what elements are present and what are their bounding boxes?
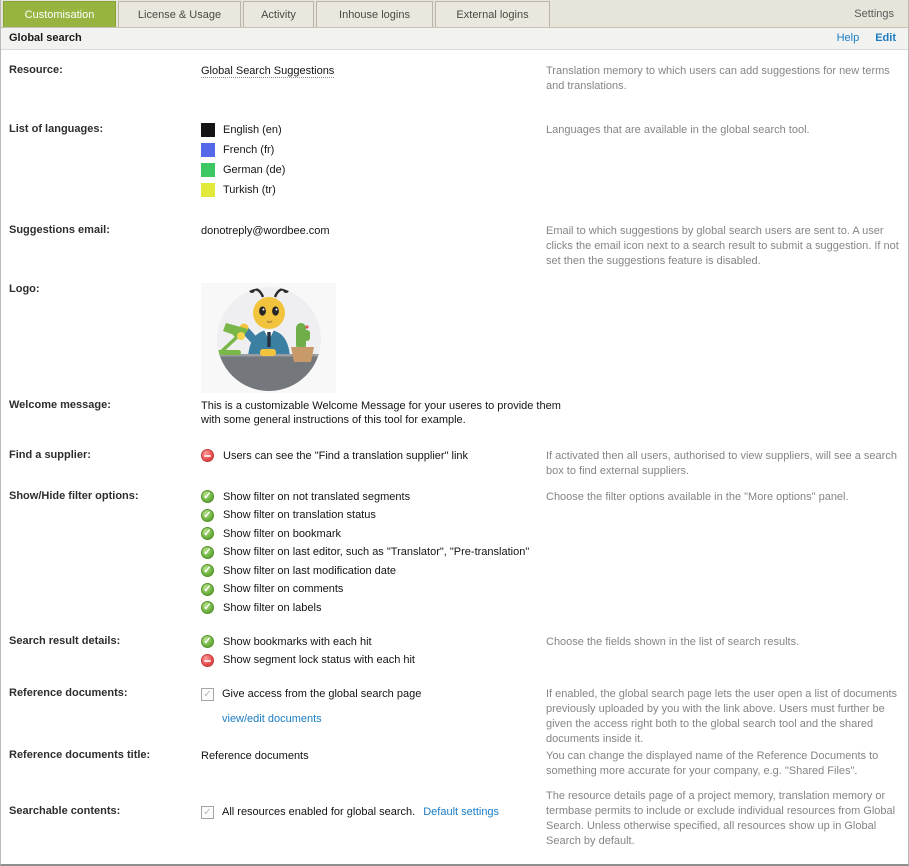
checkbox-line: Give access from the global search page xyxy=(201,687,561,701)
checkbox-label: Give access from the global search page xyxy=(222,687,421,701)
tab-label: Customisation xyxy=(25,9,95,21)
option-line: Show filter on last modification date xyxy=(201,564,561,577)
status-off-icon xyxy=(201,449,214,462)
all-resources-checkbox[interactable] xyxy=(201,806,214,819)
option-line: Show filter on last editor, such as "Tra… xyxy=(201,546,561,559)
language-color-swatch xyxy=(201,143,215,157)
option-line: Show segment lock status with each hit xyxy=(201,654,561,667)
field-label: Resource: xyxy=(9,64,194,76)
tab-label: External logins xyxy=(456,9,528,21)
tab-label: Activity xyxy=(261,9,296,21)
settings-page: Customisation License & Usage Activity I… xyxy=(0,0,909,866)
language-label: German (de) xyxy=(223,163,285,177)
tab-license-usage[interactable]: License & Usage xyxy=(118,1,241,27)
status-on-icon xyxy=(201,601,214,614)
option-line: Show filter on not translated segments xyxy=(201,490,561,503)
field-description: Translation memory to which users can ad… xyxy=(546,64,902,94)
list-item: Turkish (tr) xyxy=(201,183,561,197)
field-label: List of languages: xyxy=(9,123,194,135)
option-label: Show filter on last modification date xyxy=(223,564,396,578)
field-description: If enabled, the global search page lets … xyxy=(546,687,902,747)
option-line: Users can see the "Find a translation su… xyxy=(201,449,561,462)
field-label: Reference documents title: xyxy=(9,749,194,761)
field-label: Welcome message: xyxy=(9,399,194,411)
field-description: Languages that are available in the glob… xyxy=(546,123,902,138)
field-label: Reference documents: xyxy=(9,687,194,699)
field-description: The resource details page of a project m… xyxy=(546,789,902,849)
page-title: Global search xyxy=(9,32,82,44)
field-description: Email to which suggestions by global sea… xyxy=(546,224,902,269)
language-color-swatch xyxy=(201,123,215,137)
field-description: Choose the filter options available in t… xyxy=(546,490,902,505)
field-label: Find a supplier: xyxy=(9,449,194,461)
option-label: Show filter on labels xyxy=(223,601,321,615)
option-label: Show bookmarks with each hit xyxy=(223,635,372,649)
give-access-checkbox[interactable] xyxy=(201,688,214,701)
tab-bar: Customisation License & Usage Activity I… xyxy=(1,0,908,28)
bee-mascot-illustration xyxy=(201,283,336,393)
status-on-icon xyxy=(201,527,214,540)
checkbox-line: All resources enabled for global search.… xyxy=(201,805,561,819)
resource-value-link[interactable]: Global Search Suggestions xyxy=(201,65,334,78)
field-label: Search result details: xyxy=(9,635,194,647)
field-label: Logo: xyxy=(9,283,194,295)
status-on-icon xyxy=(201,635,214,648)
email-value: donotreply@wordbee.com xyxy=(201,224,561,238)
language-color-swatch xyxy=(201,163,215,177)
tab-external-logins[interactable]: External logins xyxy=(435,1,550,27)
option-label: Show filter on translation status xyxy=(223,508,376,522)
field-description: You can change the displayed name of the… xyxy=(546,749,902,779)
option-line: Show filter on bookmark xyxy=(201,527,561,540)
status-on-icon xyxy=(201,546,214,559)
reference-title-value: Reference documents xyxy=(201,749,561,763)
settings-breadcrumb: Settings xyxy=(854,0,894,27)
option-label: Show segment lock status with each hit xyxy=(223,653,415,667)
field-label: Suggestions email: xyxy=(9,224,194,236)
field-label: Show/Hide filter options: xyxy=(9,490,194,502)
status-on-icon xyxy=(201,583,214,596)
help-link[interactable]: Help xyxy=(837,32,860,44)
tab-activity[interactable]: Activity xyxy=(243,1,314,27)
welcome-message-value: This is a customizable Welcome Message f… xyxy=(201,399,561,427)
tab-label: License & Usage xyxy=(138,9,221,21)
option-line: Show bookmarks with each hit xyxy=(201,635,561,648)
field-label: Searchable contents: xyxy=(9,805,194,817)
option-label: Show filter on last editor, such as "Tra… xyxy=(223,545,529,559)
option-label: Show filter on not translated segments xyxy=(223,490,410,504)
tab-label: Inhouse logins xyxy=(339,9,410,21)
option-label: Users can see the "Find a translation su… xyxy=(223,449,468,463)
language-label: French (fr) xyxy=(223,143,274,157)
section-header: Global search Help Edit xyxy=(1,28,908,50)
language-label: English (en) xyxy=(223,123,282,137)
field-description: Choose the fields shown in the list of s… xyxy=(546,635,902,650)
edit-link[interactable]: Edit xyxy=(875,32,896,44)
status-off-icon xyxy=(201,654,214,667)
list-item: German (de) xyxy=(201,163,561,177)
default-settings-link[interactable]: Default settings xyxy=(423,805,499,819)
list-item: English (en) xyxy=(201,123,561,137)
tab-inhouse-logins[interactable]: Inhouse logins xyxy=(316,1,433,27)
option-line: Show filter on labels xyxy=(201,601,561,614)
status-on-icon xyxy=(201,509,214,522)
view-edit-documents-link[interactable]: view/edit documents xyxy=(222,713,322,725)
tabs: Customisation License & Usage Activity I… xyxy=(3,1,552,27)
checkbox-label: All resources enabled for global search. xyxy=(222,805,415,819)
list-item: French (fr) xyxy=(201,143,561,157)
tab-customisation[interactable]: Customisation xyxy=(3,1,116,27)
status-on-icon xyxy=(201,564,214,577)
language-label: Turkish (tr) xyxy=(223,183,276,197)
logo-image xyxy=(201,283,336,393)
option-label: Show filter on bookmark xyxy=(223,527,341,541)
option-line: Show filter on comments xyxy=(201,583,561,596)
field-description: If activated then all users, authorised … xyxy=(546,449,902,479)
option-label: Show filter on comments xyxy=(223,582,343,596)
language-color-swatch xyxy=(201,183,215,197)
status-on-icon xyxy=(201,490,214,503)
option-line: Show filter on translation status xyxy=(201,509,561,522)
